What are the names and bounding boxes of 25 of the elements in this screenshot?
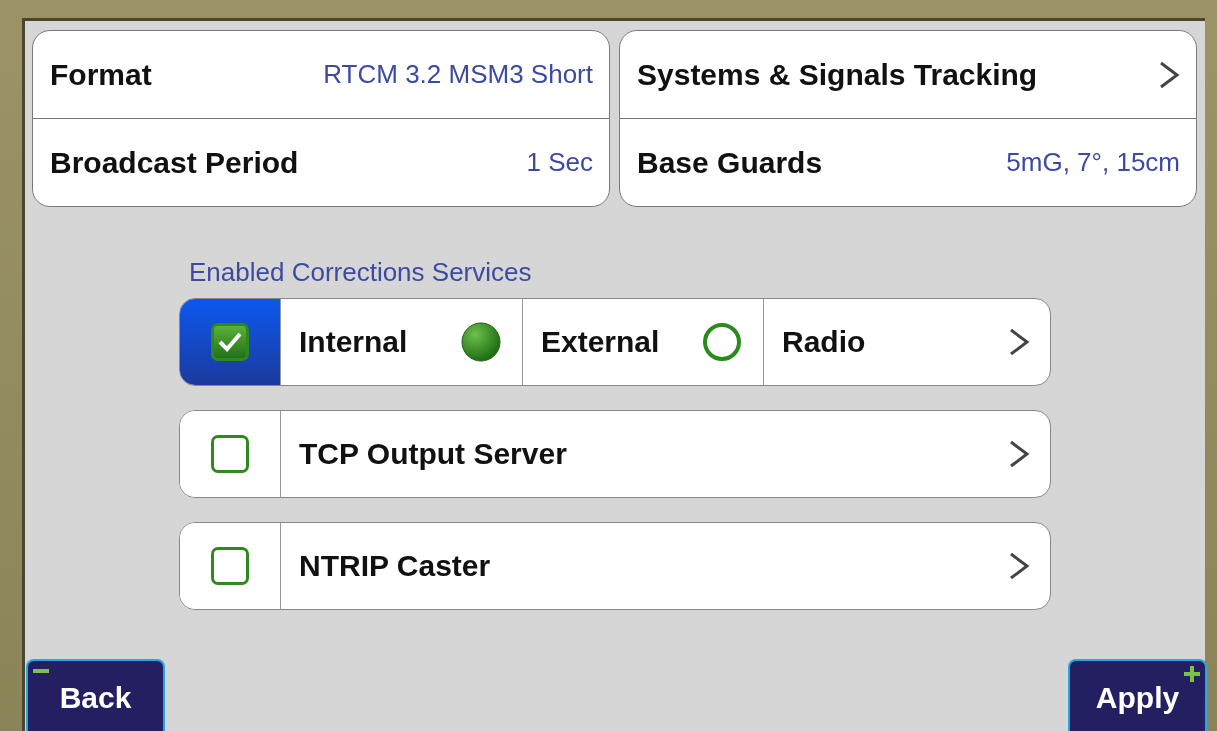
plus-icon [1183, 665, 1201, 683]
service-option[interactable]: External [522, 299, 763, 385]
checkmark-icon [217, 331, 243, 353]
service-option[interactable]: NTRIP Caster [281, 523, 1050, 609]
checkbox[interactable] [211, 435, 249, 473]
back-button[interactable]: Back [26, 659, 165, 731]
checkbox[interactable] [211, 547, 249, 585]
chevron-right-icon [1008, 327, 1030, 357]
minus-icon [32, 669, 50, 673]
chevron-right-icon [1158, 59, 1180, 90]
setting-label: Systems & Signals Tracking [637, 57, 1038, 92]
chevron-right-icon [1008, 439, 1030, 469]
checkbox[interactable] [211, 323, 249, 361]
chevron-right-icon [1008, 551, 1030, 581]
setting-value: 1 Sec [526, 147, 593, 178]
setting-value: RTCM 3.2 MSM3 Short [323, 59, 593, 90]
service-option[interactable]: Radio [763, 299, 1050, 385]
section-title: Enabled Corrections Services [189, 257, 532, 288]
setting-label: Format [50, 57, 152, 92]
setting-value: 5mG, 7°, 15cm [1006, 147, 1180, 178]
setting-label: Base Guards [637, 145, 823, 180]
apply-button[interactable]: Apply [1068, 659, 1207, 731]
service-option[interactable]: Internal [281, 299, 522, 385]
service-option[interactable]: TCP Output Server [281, 411, 1050, 497]
setting-label: Broadcast Period [50, 145, 299, 180]
